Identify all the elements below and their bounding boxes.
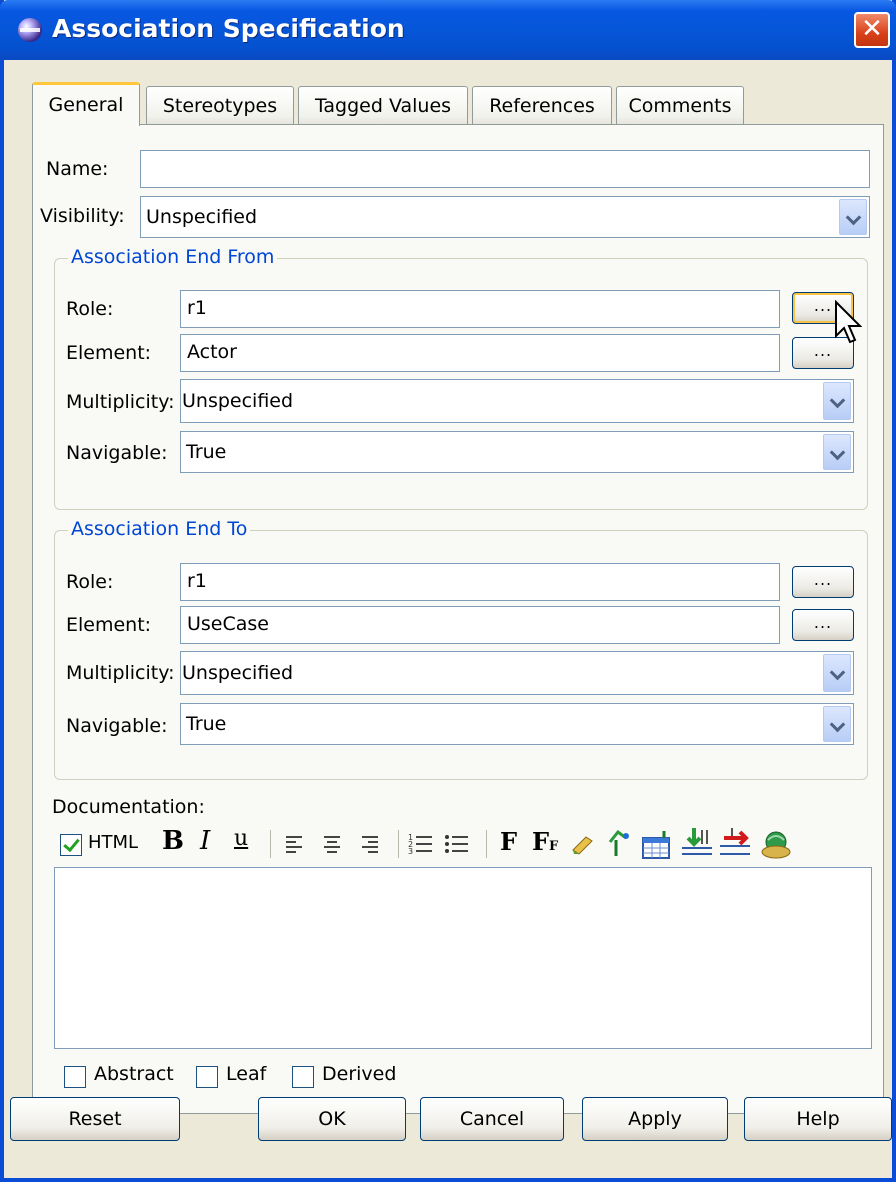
close-button[interactable]: ✕ (854, 12, 890, 48)
visibility-label: Visibility: (40, 205, 125, 227)
documentation-label: Documentation: (52, 796, 205, 818)
to-element-label: Element: (66, 614, 152, 636)
to-navigable-value: True (186, 713, 227, 735)
chevron-down-icon[interactable] (839, 199, 867, 235)
from-element-input[interactable]: Actor (180, 334, 780, 372)
insert-table-icon[interactable] (640, 830, 672, 860)
html-checkbox[interactable] (60, 834, 82, 856)
from-multiplicity-label: Multiplicity: (66, 391, 175, 413)
leaf-checkbox[interactable] (196, 1066, 218, 1088)
insert-row-icon[interactable] (680, 826, 714, 860)
from-element-label: Element: (66, 342, 152, 364)
tab-general[interactable]: General (32, 82, 140, 126)
to-role-label: Role: (66, 571, 114, 593)
align-right-icon[interactable] (360, 834, 380, 854)
chevron-down-icon[interactable] (823, 434, 851, 470)
to-multiplicity-select[interactable]: Unspecified (180, 651, 854, 695)
html-label: HTML (88, 832, 139, 853)
chevron-down-icon[interactable] (823, 654, 851, 692)
toolbar-separator (398, 830, 399, 858)
font-size-sub-label: F (549, 839, 559, 854)
close-icon: ✕ (861, 14, 883, 44)
font-size-button[interactable]: FF (532, 827, 558, 856)
tab-stereotypes[interactable]: Stereotypes (146, 86, 294, 124)
bullet-list-icon[interactable] (444, 832, 470, 856)
help-button[interactable]: Help (744, 1097, 892, 1141)
association-end-from-title: Association End From (68, 246, 278, 268)
visibility-value: Unspecified (146, 206, 258, 228)
name-input[interactable] (140, 150, 870, 188)
toolbar-separator (486, 830, 487, 858)
from-role-label: Role: (66, 298, 114, 320)
to-multiplicity-value: Unspecified (182, 662, 294, 684)
tab-tagged-values[interactable]: Tagged Values (298, 86, 468, 124)
from-navigable-label: Navigable: (66, 442, 168, 464)
tab-comments[interactable]: Comments (616, 86, 744, 124)
font-button[interactable]: F (500, 827, 517, 856)
title-bar[interactable]: Association Specification ✕ (0, 0, 896, 60)
insert-link-icon[interactable] (606, 830, 632, 858)
to-role-input[interactable]: r1 (180, 563, 780, 601)
chevron-down-icon[interactable] (823, 706, 851, 742)
to-element-browse-button[interactable]: ... (792, 609, 854, 641)
to-navigable-label: Navigable: (66, 715, 168, 737)
from-role-input[interactable]: r1 (180, 290, 780, 328)
window-title: Association Specification (52, 14, 405, 43)
from-navigable-select[interactable]: True (180, 431, 854, 473)
abstract-checkbox[interactable] (64, 1066, 86, 1088)
from-multiplicity-value: Unspecified (182, 390, 294, 412)
app-globe-icon (18, 18, 42, 42)
to-role-browse-button[interactable]: ... (792, 566, 854, 598)
toolbar-separator (270, 830, 271, 858)
name-label: Name: (46, 158, 109, 180)
leaf-label: Leaf (226, 1063, 267, 1085)
to-multiplicity-label: Multiplicity: (66, 662, 175, 684)
ok-button[interactable]: OK (258, 1097, 406, 1141)
reset-button[interactable]: Reset (10, 1097, 180, 1141)
align-left-icon[interactable] (284, 834, 304, 854)
from-navigable-value: True (186, 441, 227, 463)
to-navigable-select[interactable]: True (180, 703, 854, 745)
svg-text:3: 3 (408, 847, 413, 856)
bold-button[interactable]: B (162, 826, 184, 856)
abstract-label: Abstract (94, 1063, 174, 1085)
highlighter-icon[interactable] (570, 832, 598, 856)
underline-button[interactable]: u (234, 826, 248, 851)
association-end-to-title: Association End To (68, 518, 251, 540)
derived-checkbox[interactable] (292, 1066, 314, 1088)
documentation-editor[interactable] (54, 867, 872, 1049)
derived-label: Derived (322, 1063, 397, 1085)
font-size-label: F (532, 827, 550, 856)
italic-button[interactable]: I (200, 826, 210, 856)
association-specification-dialog: Association Specification ✕ General Ster… (0, 0, 896, 1182)
tab-references[interactable]: References (472, 86, 612, 124)
chevron-down-icon[interactable] (823, 382, 851, 420)
from-multiplicity-select[interactable]: Unspecified (180, 379, 854, 423)
apply-button[interactable]: Apply (582, 1097, 728, 1141)
align-center-icon[interactable] (322, 834, 342, 854)
delete-row-icon[interactable] (718, 826, 752, 860)
to-element-input[interactable]: UseCase (180, 606, 780, 644)
visibility-select[interactable]: Unspecified (140, 196, 870, 238)
mouse-cursor-icon (835, 300, 862, 344)
insert-image-icon[interactable] (760, 828, 792, 860)
cancel-button[interactable]: Cancel (420, 1097, 564, 1141)
numbered-list-icon[interactable]: 1 2 3 (408, 832, 434, 856)
